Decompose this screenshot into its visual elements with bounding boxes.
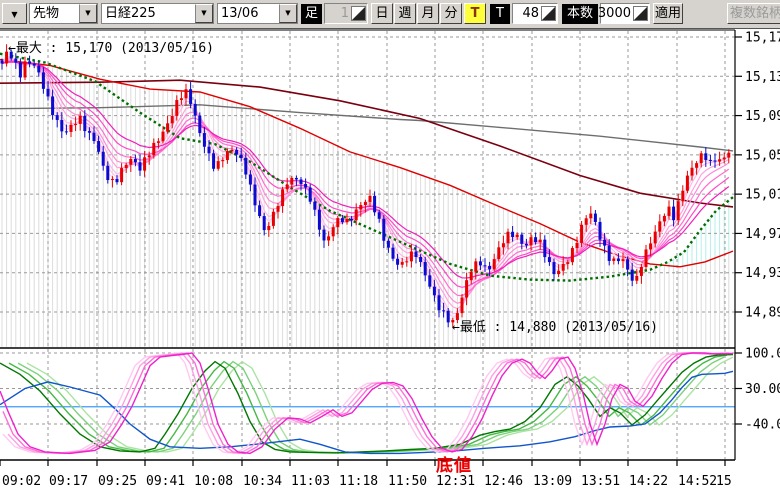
contract-month-value: 13/06 xyxy=(218,4,279,23)
tick-size-label: T xyxy=(490,4,510,24)
price-axis-label: 15,135 xyxy=(745,70,780,85)
price-axis-label: 15,095 xyxy=(745,109,780,124)
price-axis-label: 15,015 xyxy=(745,188,780,203)
bar-type-label: 足 xyxy=(301,4,322,24)
time-axis-label: 12:31 xyxy=(436,474,475,489)
time-axis-label: 15 xyxy=(716,474,732,489)
mini-dropdown-button[interactable]: ▼ xyxy=(2,3,27,24)
time-axis-label: 14:52 xyxy=(678,474,717,489)
period-day-button[interactable]: 日 xyxy=(371,3,393,24)
time-axis-label: 09:25 xyxy=(98,474,137,489)
period-tick-button[interactable]: T xyxy=(464,3,486,24)
apply-button[interactable]: 適用 xyxy=(653,3,683,24)
price-axis-label: 14,975 xyxy=(745,227,780,242)
time-axis-label: 10:34 xyxy=(243,474,282,489)
bar-count-stepper[interactable]: 3000 xyxy=(600,3,650,24)
period-week-button[interactable]: 週 xyxy=(394,3,416,24)
tick-size-value: 48 xyxy=(522,4,539,23)
instrument-value: 先物 xyxy=(30,4,79,23)
chevron-down-icon[interactable]: ▼ xyxy=(279,4,297,23)
max-price-annotation: ←最大 : 15,170 (2013/05/16) xyxy=(8,37,214,56)
interval-stepper: 1 xyxy=(324,3,368,24)
bar-count-label: 本数 xyxy=(562,4,598,24)
time-axis-label: 12:46 xyxy=(484,474,523,489)
chevron-down-icon[interactable]: ▼ xyxy=(79,4,97,23)
chart-window: 15,175 15,135 15,095 15,055 15,015 14,975 14,9… xyxy=(0,0,780,500)
multi-symbol-button: 複数銘柄 xyxy=(727,3,780,24)
osc-axis-label: -40.00 xyxy=(745,418,780,433)
time-axis-label: 13:51 xyxy=(581,474,620,489)
period-minute-button[interactable]: 分 xyxy=(440,3,462,24)
time-axis-label: 13:09 xyxy=(533,474,572,489)
spinner-icon xyxy=(541,6,556,21)
time-axis-label: 09:41 xyxy=(146,474,185,489)
chart-canvas: 15,175 15,135 15,095 15,055 15,015 14,975 14,9… xyxy=(0,0,780,500)
contract-month-select[interactable]: 13/06 ▼ xyxy=(217,3,298,24)
toolbar: ▼ 先物 ▼ 日経225 ▼ 13/06 ▼ 足 1 日 週 月 分 T T 4… xyxy=(0,0,780,29)
oscillator-lines xyxy=(0,353,735,453)
green-dotted-ma xyxy=(0,54,733,281)
price-axis-label: 14,935 xyxy=(745,266,780,281)
chevron-down-icon[interactable]: ▼ xyxy=(195,4,213,23)
time-axis-label: 09:17 xyxy=(49,474,88,489)
chevron-down-icon: ▼ xyxy=(11,10,17,19)
price-axis-label: 15,055 xyxy=(745,148,780,163)
price-axis-label: 14,895 xyxy=(745,306,780,321)
bar-count-value: 3000 xyxy=(598,4,631,23)
bottom-price-annotation: 底値 xyxy=(436,451,472,476)
osc-axis-label: 30.00 xyxy=(745,382,780,397)
min-price-annotation: ←最低 : 14,880 (2013/05/16) xyxy=(452,316,658,335)
spinner-icon xyxy=(351,6,366,21)
symbol-select[interactable]: 日経225 ▼ xyxy=(101,3,214,24)
osc-axis-label: 100.00 xyxy=(745,347,780,362)
time-axis-label: 11:03 xyxy=(291,474,330,489)
axes xyxy=(0,30,742,466)
symbol-value: 日経225 xyxy=(102,4,195,23)
time-axis-label: 11:18 xyxy=(339,474,378,489)
tick-size-stepper[interactable]: 48 xyxy=(512,3,558,24)
time-axis-label: 14:22 xyxy=(629,474,668,489)
interval-value: 1 xyxy=(341,4,349,23)
time-axis-label: 10:08 xyxy=(194,474,233,489)
instrument-select[interactable]: 先物 ▼ xyxy=(29,3,98,24)
spinner-icon xyxy=(633,6,648,21)
period-month-button[interactable]: 月 xyxy=(417,3,439,24)
time-axis-label: 09:02 xyxy=(2,474,41,489)
time-axis-label: 11:50 xyxy=(388,474,427,489)
price-axis-label: 15,175 xyxy=(745,31,780,46)
